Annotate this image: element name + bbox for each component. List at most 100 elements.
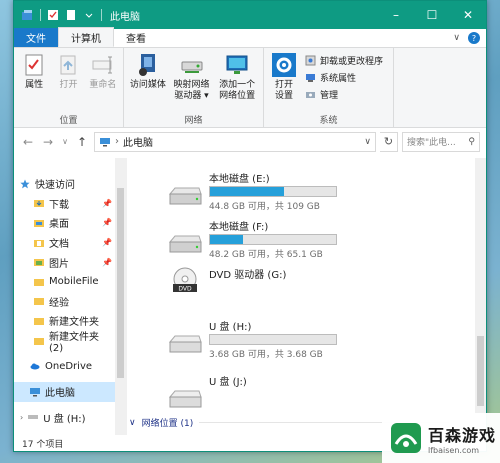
ribbon-tabs: 文件 计算机 查看 ∨ ? [14, 27, 486, 48]
nav-scrollbar[interactable] [115, 158, 126, 435]
system-properties-label: 系统属性 [320, 74, 357, 84]
system-properties-button[interactable]: 系统属性 [305, 71, 383, 84]
star-icon [20, 179, 30, 189]
nav-item-folder[interactable]: 新建文件夹 (2) [14, 331, 126, 354]
recent-locations-button[interactable]: ∨ [60, 137, 70, 146]
nav-item-label: 新建文件夹 [49, 317, 99, 329]
network-group-label: 网络位置 (1) [141, 419, 194, 429]
content-scrollbar[interactable] [475, 158, 486, 435]
drive-usage-bar [209, 334, 337, 345]
minimize-button[interactable]: – [378, 1, 414, 29]
search-input[interactable]: 搜索"此电... ⚲ [402, 131, 480, 152]
ribbon-collapse-button[interactable]: ∨ [453, 33, 460, 43]
nav-usb-drive[interactable]: › U 盘 (H:) [14, 408, 126, 428]
svg-text:DVD: DVD [178, 286, 192, 293]
map-network-drive-label-2: 驱动器 ▾ [174, 91, 209, 101]
nav-item-label: 下载 [49, 199, 69, 211]
nav-item-label: 文档 [49, 239, 69, 251]
manage-button[interactable]: 管理 [305, 88, 383, 101]
nav-onedrive[interactable]: OneDrive [14, 356, 126, 376]
nav-item-pictures[interactable]: 图片 📌 [14, 252, 126, 272]
drive-name: 本地磁盘 (E:) [209, 174, 270, 185]
usb-drive-icon [168, 335, 202, 353]
nav-scrollbar-thumb[interactable] [117, 188, 124, 378]
cloud-icon [30, 363, 40, 370]
tab-view[interactable]: 查看 [114, 28, 158, 47]
nav-item-documents[interactable]: 文档 📌 [14, 233, 126, 253]
address-bar-row: ← → ∨ ↑ › 此电脑 ∨ ↻ 搜索"此电... ⚲ [14, 128, 486, 156]
drive-item[interactable]: U 盘 (J:) [167, 373, 339, 413]
drive-usage-fill [210, 187, 285, 196]
computer-icon [30, 387, 40, 397]
pin-icon: 📌 [102, 238, 112, 248]
properties-quick-icon[interactable] [47, 9, 59, 21]
nav-item-desktop[interactable]: 桌面 📌 [14, 213, 126, 233]
address-separator: › [115, 136, 119, 147]
nav-quick-access-label: 快速访问 [35, 180, 75, 192]
nav-this-pc[interactable]: 此电脑 [14, 381, 126, 402]
pin-icon: 📌 [102, 218, 112, 228]
up-button[interactable]: ↑ [74, 135, 90, 149]
help-icon[interactable]: ? [468, 32, 480, 44]
group-label-location: 位置 [59, 116, 78, 126]
add-network-location-label-2: 网络位置 [219, 91, 256, 101]
address-field[interactable]: › 此电脑 ∨ [94, 131, 376, 152]
drive-item[interactable]: DVD DVD 驱动器 (G:) [167, 266, 339, 296]
add-network-location-label-1: 添加一个 [219, 80, 256, 90]
nav-this-pc-label: 此电脑 [45, 388, 75, 400]
nav-item-label: MobileFile [49, 276, 99, 288]
chevron-down-icon: ∨ [129, 417, 136, 428]
folder-icon [34, 317, 44, 325]
explorer-window: 此电脑 – ☐ ✕ 文件 计算机 查看 ∨ ? 属性 打开 重命名 位置 访问媒… [13, 0, 487, 452]
nav-item-label: 新建文件夹 (2) [49, 331, 99, 354]
forward-button[interactable]: → [40, 135, 56, 149]
open-label: 打开 [59, 80, 78, 90]
open-icon [60, 55, 76, 75]
maximize-button[interactable]: ☐ [414, 1, 450, 29]
ribbon-group-system: 打开 设置 卸载或更改程序 系统属性 管理 系统 [264, 48, 394, 128]
search-placeholder: 搜索"此电... [407, 138, 456, 148]
address-dropdown-button[interactable]: ∨ [364, 137, 371, 147]
folder-icon [34, 278, 44, 286]
properties-label: 属性 [25, 80, 44, 90]
drive-item[interactable]: U 盘 (H:) 3.68 GB 可用，共 3.68 GB [167, 318, 339, 360]
ribbon-group-network: 访问媒体 映射网络 驱动器 ▾ 添加一个 网络位置 网络 [124, 48, 264, 128]
drive-item[interactable]: 本地磁盘 (F:) 48.2 GB 可用，共 65.1 GB [167, 218, 339, 260]
map-network-drive-label-1: 映射网络 [173, 80, 210, 90]
uninstall-programs-button[interactable]: 卸载或更改程序 [305, 54, 383, 67]
drive-usage-bar [209, 234, 337, 245]
navigation-pane: 快速访问 下载 📌 桌面 📌 文档 📌 图片 📌 MobileFile 经验 新… [14, 158, 126, 435]
media-icon [138, 54, 155, 76]
content-scrollbar-thumb[interactable] [477, 336, 484, 406]
chevron-right-icon[interactable]: › [20, 413, 23, 422]
tab-file[interactable]: 文件 [14, 28, 58, 47]
nav-item-label: 图片 [49, 258, 69, 270]
explorer-app-icon[interactable] [22, 9, 34, 21]
drive-item[interactable]: 本地磁盘 (E:) 44.8 GB 可用，共 109 GB [167, 170, 339, 212]
refresh-button[interactable]: ↻ [380, 131, 398, 152]
toolbar-separator [40, 9, 41, 21]
breadcrumb-this-pc[interactable]: 此电脑 [123, 134, 153, 149]
ribbon-controls: ∨ ? [453, 32, 480, 44]
uninstall-icon [305, 55, 316, 66]
title-bar: 此电脑 – ☐ ✕ [14, 1, 486, 29]
nav-quick-access[interactable]: 快速访问 [14, 174, 126, 194]
tab-computer[interactable]: 计算机 [58, 27, 114, 47]
nav-item-folder[interactable]: MobileFile [14, 272, 126, 292]
watermark-logo: 百森游戏 lfbaisen.com [382, 413, 500, 463]
quick-access-toolbar [14, 9, 102, 21]
watermark-url: lfbaisen.com [428, 445, 480, 455]
window-title: 此电脑 [110, 11, 140, 23]
nav-item-folder[interactable]: 经验 [14, 292, 126, 312]
manage-label: 管理 [320, 91, 339, 101]
dropdown-quick-icon[interactable] [83, 9, 95, 21]
rename-icon [92, 56, 112, 74]
ribbon: 属性 打开 重命名 位置 访问媒体 映射网络 驱动器 ▾ 添加一个 网络位置 网… [14, 48, 486, 128]
access-media-label: 访问媒体 [129, 80, 166, 90]
new-folder-quick-icon[interactable] [65, 9, 77, 21]
back-button[interactable]: ← [20, 135, 36, 149]
nav-item-downloads[interactable]: 下载 📌 [14, 194, 126, 214]
close-button[interactable]: ✕ [450, 1, 486, 29]
watermark-logo-icon [391, 423, 421, 453]
gear-icon [272, 53, 296, 77]
